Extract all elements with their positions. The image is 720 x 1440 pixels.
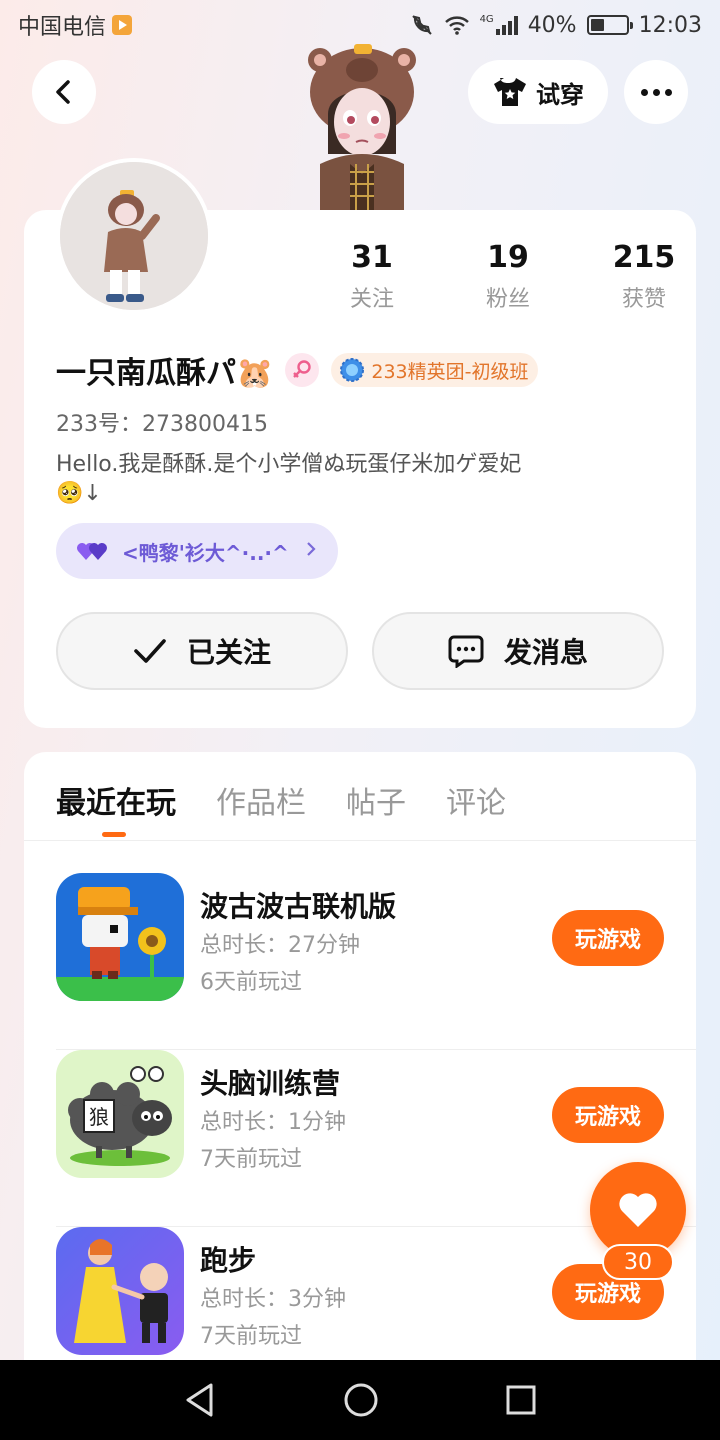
chevron-right-icon: [304, 539, 318, 563]
uid-row: 233号：273800415: [56, 406, 268, 438]
stat-value: 215: [612, 240, 676, 275]
signal-icon: [495, 15, 518, 35]
uid-label: 233号：: [56, 412, 142, 437]
more-button[interactable]: [624, 60, 688, 124]
message-label: 发消息: [503, 636, 588, 669]
name-row: 一只南瓜酥パ🐹 233精英团-初级班: [56, 348, 539, 392]
female-icon: [293, 360, 312, 378]
heart-icon: [619, 1193, 657, 1227]
tab-divider: [24, 840, 696, 841]
follow-label: 已关注: [186, 636, 271, 669]
club-badge[interactable]: 233精英团-初级班: [331, 353, 539, 387]
game-title: 波古波古联机版: [200, 890, 397, 923]
battery-icon: [586, 15, 633, 35]
play-game-button[interactable]: 玩游戏: [552, 910, 664, 966]
stat-fans[interactable]: 19 粉丝: [440, 240, 576, 313]
call-blocked-icon: [411, 15, 432, 35]
game-last-played: 7天前玩过: [200, 1324, 302, 1349]
bio: Hello.我是酥酥.是个小学僧ぬ玩蛋仔米加ゲ爱妃🥺↓: [56, 452, 522, 506]
relation-pill[interactable]: <鸭黎'衫大^·..·^: [56, 523, 338, 579]
try-on-label: 试穿: [536, 80, 584, 109]
status-left: 中国电信: [18, 9, 133, 41]
tab-bar: 最近在玩 作品栏 帖子 评论: [56, 778, 506, 837]
chevron-left-icon: [56, 80, 70, 104]
nickname: 一只南瓜酥パ🐹: [56, 356, 274, 391]
gender-badge: [285, 353, 320, 387]
stat-value: 31: [351, 240, 393, 275]
stat-label: 获赞: [621, 287, 666, 312]
carrier-app-icon: [112, 15, 133, 35]
tab-posts[interactable]: 帖子: [346, 778, 406, 822]
game-last-played: 6天前玩过: [200, 970, 302, 995]
avatar[interactable]: [56, 158, 212, 314]
wifi-icon: [444, 16, 469, 35]
profile-stats: 31 关注 19 粉丝 215 获赞: [304, 240, 712, 313]
game-icon-brain-camp: 狼: [56, 1050, 184, 1178]
clock: 12:03: [638, 12, 702, 38]
game-title: 跑步: [200, 1244, 257, 1277]
club-gem-icon: [340, 358, 365, 382]
content-card: 最近在玩 作品栏 帖子 评论 波古波古联机版 总时长：27分钟 6天前玩过 玩游…: [24, 752, 696, 1372]
more-icon-dot: [640, 88, 648, 96]
game-last-played: 7天前玩过: [200, 1147, 302, 1172]
game-icon-bogu: [56, 873, 184, 1001]
battery-percent: 40%: [527, 12, 577, 38]
game-icon-running: [56, 1227, 184, 1355]
double-heart-icon: [77, 543, 107, 560]
club-badge-label: 233精英团-初级班: [371, 360, 529, 383]
game-duration: 总时长：3分钟: [200, 1287, 346, 1312]
tab-works[interactable]: 作品栏: [216, 778, 306, 822]
play-game-button[interactable]: 玩游戏: [552, 1087, 664, 1143]
avatar-3d-character[interactable]: [298, 44, 426, 212]
avatar-image: [60, 162, 208, 310]
message-button[interactable]: 发消息: [372, 612, 664, 690]
stat-label: 粉丝: [485, 287, 530, 312]
game-title: 头脑训练营: [200, 1067, 341, 1100]
tab-comments[interactable]: 评论: [446, 778, 506, 822]
stat-value: 19: [487, 240, 529, 275]
nav-back-icon[interactable]: [183, 1382, 217, 1418]
check-icon: [134, 639, 166, 663]
tab-recent-games[interactable]: 最近在玩: [56, 778, 176, 837]
chat-bubble-icon: [448, 635, 484, 668]
try-on-button[interactable]: 试穿: [468, 60, 608, 124]
tshirt-icon: [494, 78, 526, 106]
stat-following[interactable]: 31 关注: [304, 240, 440, 313]
more-icon-dot: [664, 88, 672, 96]
game-duration: 总时长：1分钟: [200, 1110, 346, 1135]
carrier-label: 中国电信: [18, 15, 107, 40]
status-right: 4G 40% 12:03: [410, 13, 702, 38]
status-bar: 中国电信 4G 40% 12:03: [0, 0, 720, 50]
network-type-label: 4G: [479, 14, 494, 25]
back-button[interactable]: [32, 60, 96, 124]
follow-button[interactable]: 已关注: [56, 612, 348, 690]
nav-home-icon[interactable]: [343, 1382, 379, 1418]
uid-value: 273800415: [142, 412, 268, 437]
svg-text:狼: 狼: [89, 1105, 109, 1129]
game-duration: 总时长：27分钟: [200, 933, 360, 958]
stat-label: 关注: [349, 287, 394, 312]
nav-recents-icon[interactable]: [505, 1384, 537, 1416]
relation-label: <鸭黎'衫大^·..·^: [122, 540, 289, 565]
like-count-badge: 30: [602, 1244, 674, 1280]
system-nav-bar: [0, 1360, 720, 1440]
stat-likes[interactable]: 215 获赞: [576, 240, 712, 313]
more-icon-dot: [652, 88, 660, 96]
game-list-item[interactable]: 波古波古联机版 总时长：27分钟 6天前玩过 玩游戏: [56, 873, 696, 1050]
